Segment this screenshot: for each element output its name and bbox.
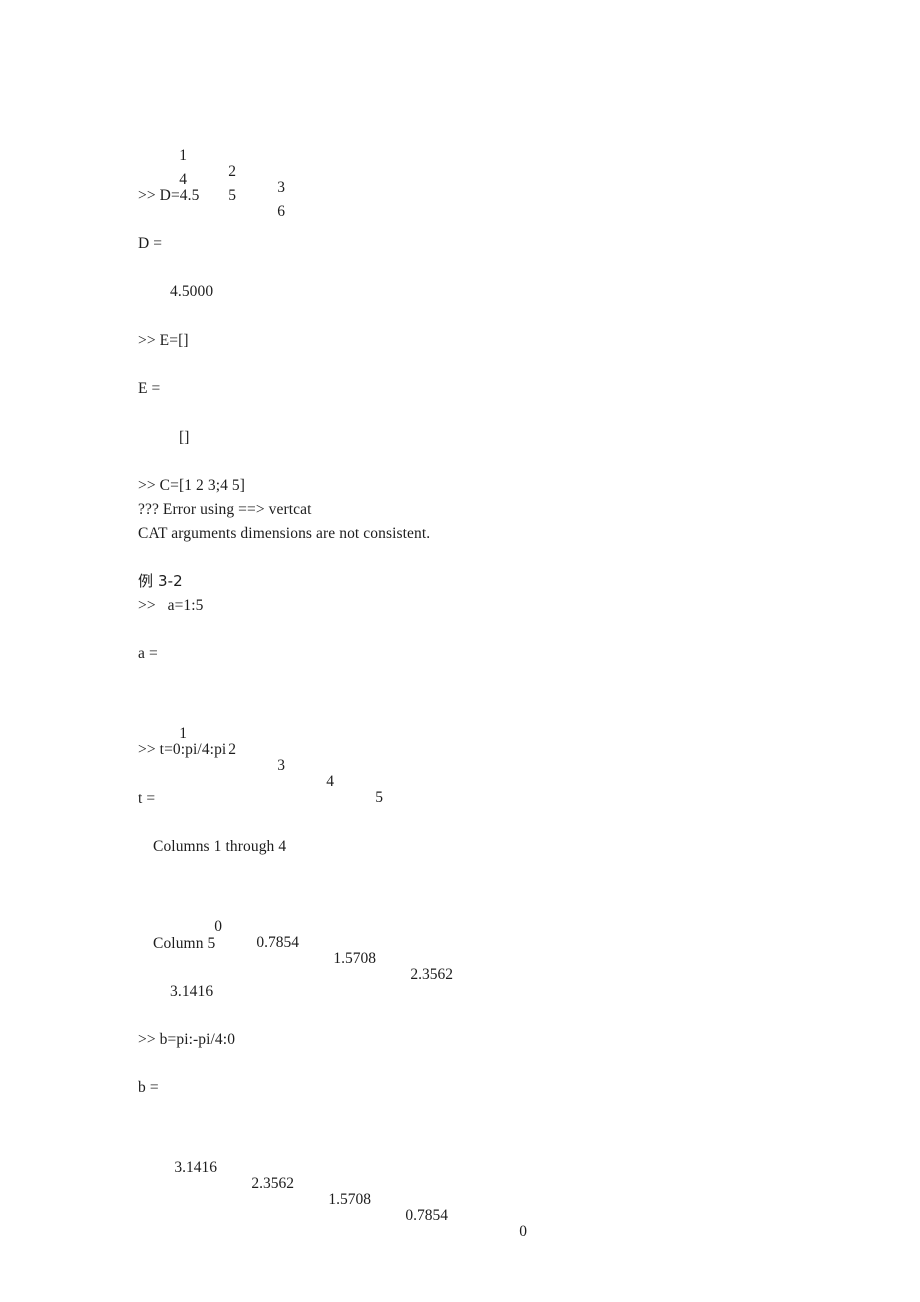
vector-cell: 3 — [277, 757, 285, 774]
command-prompt-t: >> t=0:pi/4:pi — [138, 741, 227, 758]
vector-cell: 2.3562 — [410, 966, 453, 983]
output-values-t-cols-1-4: 0 0.7854 1.5708 2.3562 — [0, 887, 453, 983]
vector-cell: 1.5708 — [333, 950, 376, 967]
output-echo-d: D = — [138, 235, 163, 252]
document-page: 1 2 3 4 5 6 >> D=4.5 D = 4.5000 >> E=[] … — [0, 0, 920, 1302]
command-prompt-b: >> b=pi:-pi/4:0 — [138, 1031, 236, 1048]
command-prompt-c: >> C=[1 2 3;4 5] — [138, 477, 246, 494]
vector-cell: 0.7854 — [256, 934, 299, 951]
matrix-cell: 1 — [179, 147, 187, 164]
output-value-e: [] — [179, 429, 190, 446]
column-5-header: Column 5 — [153, 935, 216, 952]
output-echo-a: a = — [138, 645, 158, 662]
output-values-a: 1 2 3 4 5 — [0, 694, 383, 806]
vector-cell: 1.5708 — [328, 1191, 371, 1208]
output-values-b: 3.1416 2.3562 1.5708 0.7854 0 — [0, 1128, 527, 1240]
matrix-cell: 5 — [228, 187, 236, 204]
vector-cell: 0 — [214, 918, 222, 935]
matrix-cell: 3 — [277, 179, 285, 196]
output-values-t-col-5: 3.1416 — [170, 983, 214, 1000]
output-echo-b: b = — [138, 1079, 159, 1096]
output-echo-e: E = — [138, 380, 161, 397]
command-prompt-a: >> a=1:5 — [138, 597, 204, 614]
example-heading: 例 3-2 — [138, 572, 183, 590]
error-message-line-1: ??? Error using ==> vertcat — [138, 501, 312, 518]
matrix-cell: 6 — [277, 203, 285, 220]
output-value-d: 4.5000 — [170, 283, 214, 300]
error-message-line-2: CAT arguments dimensions are not consist… — [138, 525, 431, 542]
vector-cell: 4 — [326, 773, 334, 790]
matrix-row-2: 4 5 6 — [0, 140, 285, 220]
columns-1-through-4-header: Columns 1 through 4 — [153, 838, 287, 855]
output-echo-t: t = — [138, 790, 156, 807]
matrix-cell: 2 — [228, 163, 236, 180]
vector-cell: 0 — [519, 1223, 527, 1240]
vector-cell: 1 — [179, 725, 187, 742]
vector-cell: 5 — [375, 789, 383, 806]
matrix-cell: 4 — [179, 171, 187, 188]
command-prompt-e: >> E=[] — [138, 332, 189, 349]
vector-cell: 0.7854 — [405, 1207, 448, 1224]
vector-cell: 2.3562 — [251, 1175, 294, 1192]
command-prompt-d: >> D=4.5 — [138, 187, 200, 204]
vector-cell: 3.1416 — [174, 1159, 217, 1176]
